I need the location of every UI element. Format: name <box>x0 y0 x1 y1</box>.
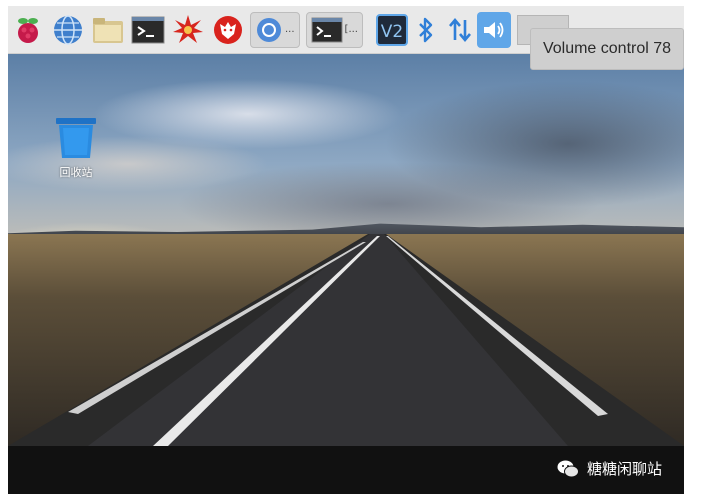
wolfram-icon <box>214 15 242 44</box>
task-terminal-label: [... <box>344 24 358 35</box>
terminal-icon <box>311 17 343 42</box>
road-image <box>8 234 684 446</box>
trash-icon <box>56 118 96 158</box>
bluetooth-icon <box>419 17 433 42</box>
trash-label: 回收站 <box>59 166 93 179</box>
volume-tray-button[interactable] <box>476 11 511 48</box>
watermark-text: 糖糖闲聊站 <box>586 460 662 478</box>
task-terminal[interactable]: [... <box>305 11 363 48</box>
wolfram-launcher[interactable] <box>210 12 246 48</box>
watermark: 糖糖闲聊站 <box>557 458 662 479</box>
folder-icon <box>93 17 123 43</box>
terminal-launcher[interactable] <box>130 12 166 48</box>
desktop-wallpaper: 回收站 <box>8 54 684 446</box>
mathematica-icon <box>173 14 203 43</box>
mathematica-launcher[interactable] <box>170 12 206 48</box>
web-browser-launcher[interactable] <box>50 12 86 48</box>
task-chromium-label: ... <box>285 24 295 35</box>
vnc-tray-button[interactable]: V2 <box>375 12 409 48</box>
wechat-icon <box>557 460 579 477</box>
volume-tooltip: Volume control 78 <box>530 28 684 70</box>
trash-desktop-icon[interactable]: 回收站 <box>52 116 100 192</box>
raspberry-menu-icon <box>18 17 38 43</box>
network-tray-button[interactable] <box>443 12 477 48</box>
raspberry-menu-button[interactable] <box>10 12 46 48</box>
task-chromium[interactable]: ... <box>250 11 300 48</box>
bluetooth-tray-button[interactable] <box>409 12 443 48</box>
bottom-bar: 糖糖闲聊站 <box>8 446 684 494</box>
globe-icon <box>54 14 82 45</box>
vnc-label: V2 <box>381 22 403 42</box>
network-icon <box>448 17 471 42</box>
volume-tooltip-text: Volume control 78 <box>542 40 672 57</box>
chromium-icon <box>257 17 281 42</box>
terminal-icon <box>131 16 165 43</box>
file-manager-launcher[interactable] <box>90 12 126 48</box>
vnc-icon: V2 <box>375 13 408 46</box>
desktop-screen: ... [... V2 回收站 糖糖闲聊站 <box>8 6 684 494</box>
volume-icon <box>483 21 504 38</box>
